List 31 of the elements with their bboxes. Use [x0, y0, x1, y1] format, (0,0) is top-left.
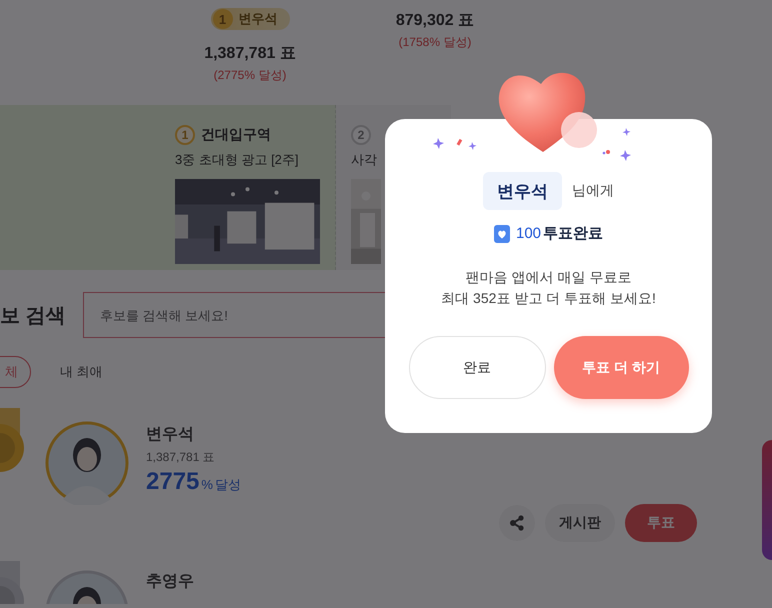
done-button[interactable]: 완료	[408, 336, 546, 399]
candidate-name: 변우석	[238, 10, 278, 28]
rank-badge: 1	[175, 125, 195, 145]
filter-chip[interactable]: 체	[0, 356, 31, 388]
achievement-rate: (1758% 달성)	[398, 34, 472, 51]
recipient-suffix: 님에게	[572, 182, 614, 200]
candidate-name: 추영우	[146, 572, 194, 592]
recipient-name: 변우석	[483, 172, 562, 210]
ad-location: 건대입구역	[201, 126, 271, 144]
vote-count: 879,302 표	[396, 11, 474, 31]
section-title: 보 검색	[0, 304, 67, 328]
rank-badge: 2	[351, 125, 371, 145]
percent-sign: %	[201, 477, 213, 492]
medal-icon	[0, 561, 24, 604]
share-icon	[510, 515, 524, 531]
achievement-percent: 2775	[146, 468, 200, 496]
medal-icon	[0, 408, 24, 472]
vote-button[interactable]: 투표	[625, 504, 697, 542]
ad-title: 사각	[351, 151, 378, 169]
candidate-name: 변우석	[146, 425, 195, 445]
side-tab[interactable]	[762, 440, 772, 560]
board-button[interactable]: 게시판	[545, 504, 615, 542]
share-button[interactable]	[499, 505, 535, 541]
vote-count: 100	[516, 225, 542, 242]
achievement-label: 달성	[214, 476, 241, 494]
achievement-rate: (2775% 달성)	[214, 67, 286, 84]
vote-more-button[interactable]: 투표 더 하기	[554, 336, 688, 399]
ad-title: 3중 초대형 광고 [2주]	[175, 151, 300, 169]
vote-count: 1,387,781 표	[146, 449, 216, 466]
vote-status: 투표완료	[543, 224, 604, 243]
vote-count: 1,387,781 표	[204, 44, 296, 64]
